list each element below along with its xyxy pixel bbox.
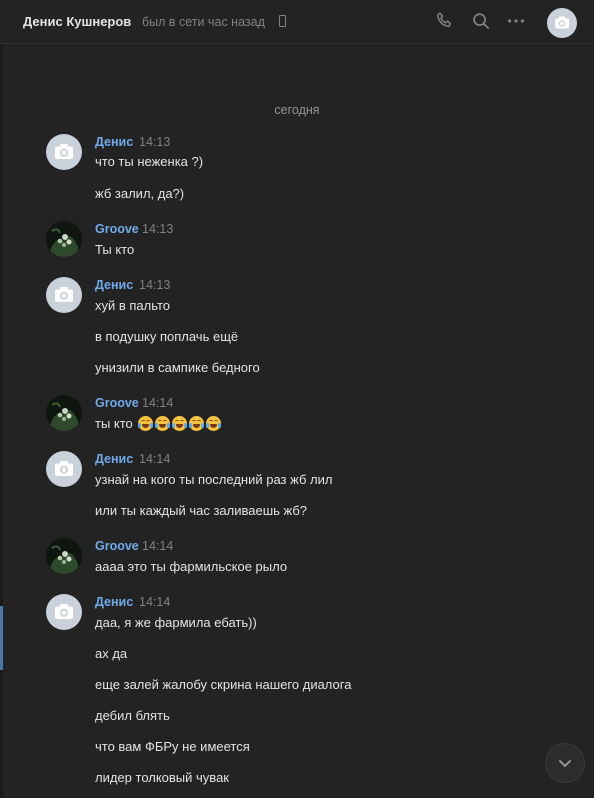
message-time[interactable]: 14:14: [142, 396, 173, 410]
user-photo: [46, 221, 82, 257]
scroll-down-button[interactable]: [545, 743, 585, 783]
laughing-emoji: [206, 416, 222, 431]
author-name[interactable]: Денис: [95, 135, 133, 149]
message-time[interactable]: 14:13: [139, 278, 170, 292]
chat-header: Денис Кушнеров был в сети час назад: [0, 0, 594, 44]
message-text: ах да: [95, 646, 128, 661]
laughing-emoji: [155, 416, 171, 431]
message-text: лидер толковый чувак: [95, 770, 229, 785]
phone-icon[interactable]: [434, 10, 456, 32]
message-text: даа, я же фармила ебать)): [95, 615, 257, 630]
message-time[interactable]: 14:14: [139, 595, 170, 609]
mobile-device-icon: [279, 15, 286, 27]
message-text: или ты каждый час заливаешь жб?: [95, 503, 308, 518]
chevron-down-icon: [559, 760, 571, 767]
avatar[interactable]: [46, 594, 82, 630]
avatar[interactable]: [46, 277, 82, 313]
laughing-emoji: [189, 416, 205, 431]
peer-avatar[interactable]: [547, 8, 577, 38]
avatar[interactable]: [46, 538, 82, 574]
laughing-emoji: [172, 416, 188, 431]
message-text-content: ты кто: [95, 416, 133, 431]
message-text: хуй в пальто: [95, 298, 171, 313]
avatar[interactable]: [46, 134, 82, 170]
unread-indicator: [0, 606, 3, 670]
avatar[interactable]: [46, 221, 82, 257]
message-text: унизили в сампике бедного: [95, 360, 260, 375]
message-text: жб залил, да?): [95, 186, 185, 201]
message-text: что вам ФБРу не имеется: [95, 739, 250, 754]
camera-icon: [55, 144, 73, 159]
avatar[interactable]: [46, 395, 82, 431]
message-text: Ты кто: [95, 242, 135, 257]
author-name[interactable]: Groove: [95, 539, 139, 553]
author-name[interactable]: Groove: [95, 396, 139, 410]
peer-name[interactable]: Денис Кушнеров: [23, 14, 131, 29]
message-time[interactable]: 14:13: [142, 222, 173, 236]
date-separator: сегодня: [274, 103, 320, 117]
camera-icon: [55, 287, 73, 302]
message-text: в подушку поплачь ещё: [95, 329, 239, 344]
peer-status: был в сети час назад: [142, 15, 265, 29]
message-time[interactable]: 14:14: [142, 539, 173, 553]
laughing-emoji-row: [136, 416, 222, 431]
message-text: аааа это ты фармильское рыло: [95, 559, 288, 574]
message-text: что ты неженка ?): [95, 154, 204, 169]
more-icon[interactable]: [505, 10, 527, 32]
camera-icon: [55, 461, 73, 476]
message-time[interactable]: 14:14: [139, 452, 170, 466]
message-text: еще залей жалобу скрина нашего диалога: [95, 677, 352, 692]
camera-icon: [55, 604, 73, 619]
author-name[interactable]: Денис: [95, 595, 133, 609]
laughing-emoji: [138, 416, 154, 431]
left-edge: [0, 44, 3, 798]
avatar[interactable]: [46, 451, 82, 487]
search-icon[interactable]: [470, 10, 492, 32]
message-text: узнай на кого ты последний раз жб лил: [95, 472, 333, 487]
author-name[interactable]: Денис: [95, 278, 133, 292]
message-text: дебил блять: [95, 708, 170, 723]
user-photo: [46, 395, 82, 431]
author-name[interactable]: Groove: [95, 222, 139, 236]
user-photo: [46, 538, 82, 574]
author-name[interactable]: Денис: [95, 452, 133, 466]
message-time[interactable]: 14:13: [139, 135, 170, 149]
message-text: ты кто: [95, 416, 222, 431]
